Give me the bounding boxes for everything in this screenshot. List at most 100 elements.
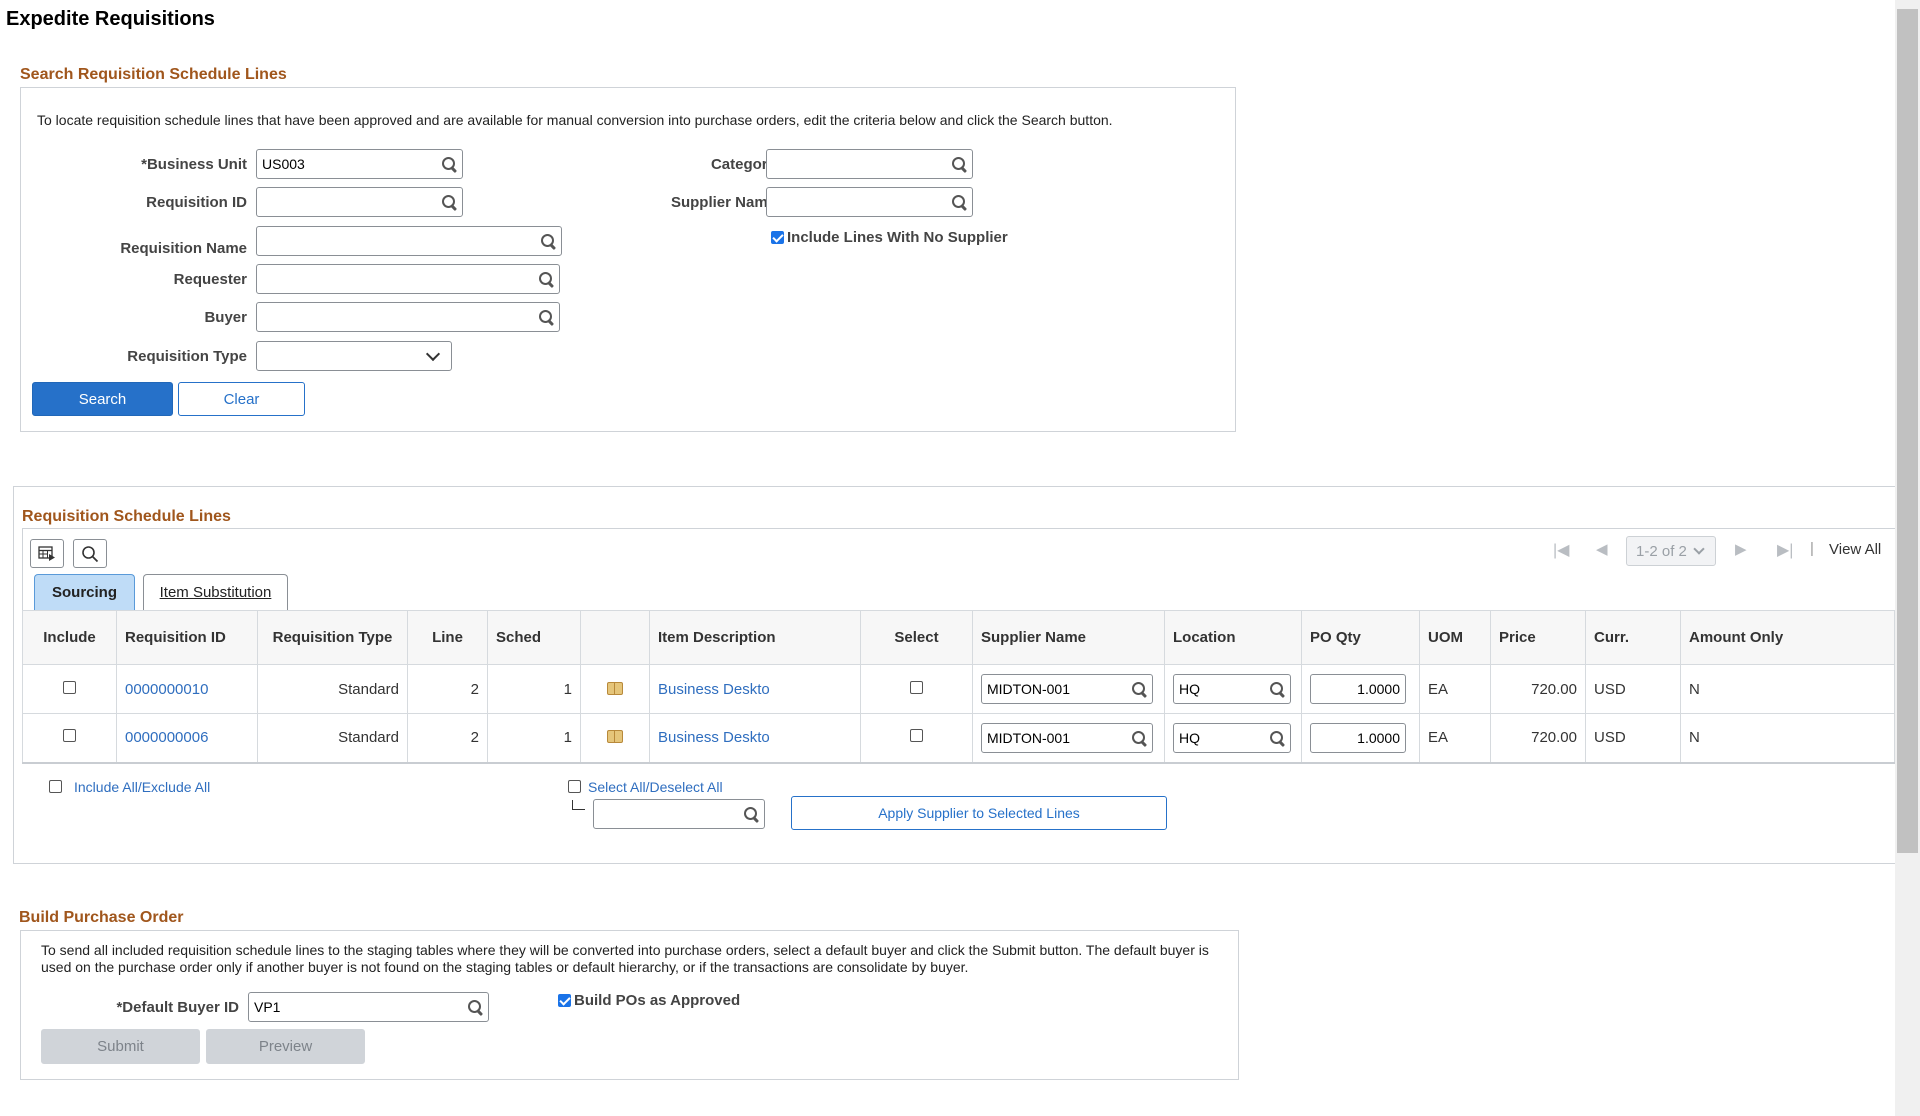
col-requisition-id: Requisition ID [116,610,258,665]
next-page-icon[interactable]: ▶ [1735,540,1747,558]
build-approved-checkbox[interactable] [558,994,571,1007]
location-input[interactable]: HQ [1173,674,1291,704]
business-unit-input[interactable]: US003 [256,149,463,179]
supplier-name-input[interactable]: MIDTON-001 [981,722,1153,753]
uom-cell: EA [1419,713,1491,764]
select-cell [860,664,973,714]
clear-button[interactable]: Clear [178,382,305,416]
requisition-id-link[interactable]: 0000000006 [125,729,208,746]
lookup-icon[interactable] [951,194,967,210]
include-all-checkbox[interactable] [49,780,62,793]
supplier-name-input[interactable]: MIDTON-001 [981,674,1153,704]
requisition-type-label: Requisition Type [127,348,247,365]
requisition-type-cell: Standard [257,664,408,714]
chevron-down-icon [425,346,441,361]
requisition-id-cell: 0000000006 [116,713,258,764]
grid-settings-icon [38,545,55,561]
select-checkbox[interactable] [910,680,923,694]
include-checkbox[interactable] [63,680,76,694]
build-approved-label: Build POs as Approved [574,992,741,1009]
select-all-checkbox[interactable] [568,780,581,793]
preview-button[interactable]: Preview [206,1029,365,1064]
requisition-id-input[interactable] [256,187,463,217]
submit-button[interactable]: Submit [41,1029,200,1064]
previous-page-icon[interactable]: ◀ [1596,540,1608,558]
lookup-icon[interactable] [538,309,554,325]
include-no-supplier-label: Include Lines With No Supplier [787,229,1008,246]
lookup-icon[interactable] [1269,681,1285,697]
lookup-icon[interactable] [467,999,483,1015]
search-section: To locate requisition schedule lines tha… [20,87,1236,432]
sched-cell: 1 [487,713,581,764]
po-qty-value: 1.0000 [1357,681,1400,697]
lookup-icon[interactable] [951,156,967,172]
details-cell [580,713,650,764]
price-cell: 720.00 [1490,664,1586,714]
item-description-link[interactable]: Business Deskto [658,681,770,698]
supplier-name-input[interactable] [766,187,973,217]
default-buyer-input[interactable]: VP1 [248,992,489,1022]
find-in-grid-button[interactable] [73,539,107,568]
page-range-value: 1-2 of 2 [1636,542,1687,560]
include-all-link[interactable]: Include All/Exclude All [74,779,210,795]
tab-item-substitution-label: Item Substitution [159,584,272,601]
select-checkbox[interactable] [910,729,923,743]
location-input[interactable]: HQ [1173,722,1291,753]
col-uom: UOM [1419,610,1491,665]
schedule-lines-table: Include Requisition ID Requisition Type … [22,610,1895,764]
view-all-link[interactable]: View All [1829,541,1881,558]
sched-cell: 1 [487,664,581,714]
requester-input[interactable] [256,264,560,294]
requisition-type-select[interactable] [256,341,452,371]
lookup-icon[interactable] [743,806,759,822]
apply-supplier-button[interactable]: Apply Supplier to Selected Lines [791,796,1167,830]
lookup-icon[interactable] [540,233,556,249]
requisition-id-label: Requisition ID [146,194,247,211]
table-header-row: Include Requisition ID Requisition Type … [22,610,1895,665]
uom-cell: EA [1419,664,1491,714]
requisition-name-input[interactable] [256,226,562,256]
tab-sourcing[interactable]: Sourcing [34,574,135,610]
search-section-title: Search Requisition Schedule Lines [20,66,287,83]
include-cell [22,664,117,714]
po-qty-input[interactable]: 1.0000 [1310,674,1406,704]
lookup-icon[interactable] [1131,730,1147,746]
personalize-grid-button[interactable] [30,539,64,568]
supplier-name-label: Supplier Name [670,194,776,211]
lookup-icon[interactable] [441,156,457,172]
col-item-description: Item Description [649,610,861,665]
last-page-icon[interactable]: ▶| [1777,540,1793,560]
include-cell [22,713,117,764]
col-currency: Curr. [1585,610,1681,665]
scrollbar-thumb[interactable] [1897,9,1918,853]
tab-item-substitution[interactable]: Item Substitution [143,574,288,610]
search-button[interactable]: Search [32,382,173,416]
lookup-icon[interactable] [441,194,457,210]
col-price: Price [1490,610,1586,665]
buyer-input[interactable] [256,302,560,332]
include-checkbox[interactable] [63,729,76,743]
lookup-icon[interactable] [1131,681,1147,697]
item-details-book-icon[interactable] [607,681,623,695]
po-qty-input[interactable]: 1.0000 [1310,722,1406,753]
build-po-instructions: To send all included requisition schedul… [41,942,1209,975]
lookup-icon[interactable] [538,271,554,287]
first-page-icon[interactable]: |◀ [1553,540,1569,560]
item-description-link[interactable]: Business Deskto [658,729,770,746]
location-cell: HQ [1164,664,1302,714]
requisition-id-link[interactable]: 0000000010 [125,681,208,698]
category-input[interactable] [766,149,973,179]
col-sched: Sched [487,610,581,665]
item-description-cell: Business Deskto [649,664,861,714]
include-no-supplier-checkbox[interactable] [771,231,784,244]
select-all-link[interactable]: Select All/Deselect All [588,779,723,795]
item-details-book-icon[interactable] [607,730,623,744]
page-range-select[interactable]: 1-2 of 2 [1626,536,1716,566]
apply-supplier-input[interactable] [593,799,765,829]
buyer-label: Buyer [204,309,247,326]
search-icon [82,545,99,562]
lookup-icon[interactable] [1269,730,1285,746]
price-cell: 720.00 [1490,713,1586,764]
col-line: Line [407,610,488,665]
col-amount-only: Amount Only [1680,610,1895,665]
